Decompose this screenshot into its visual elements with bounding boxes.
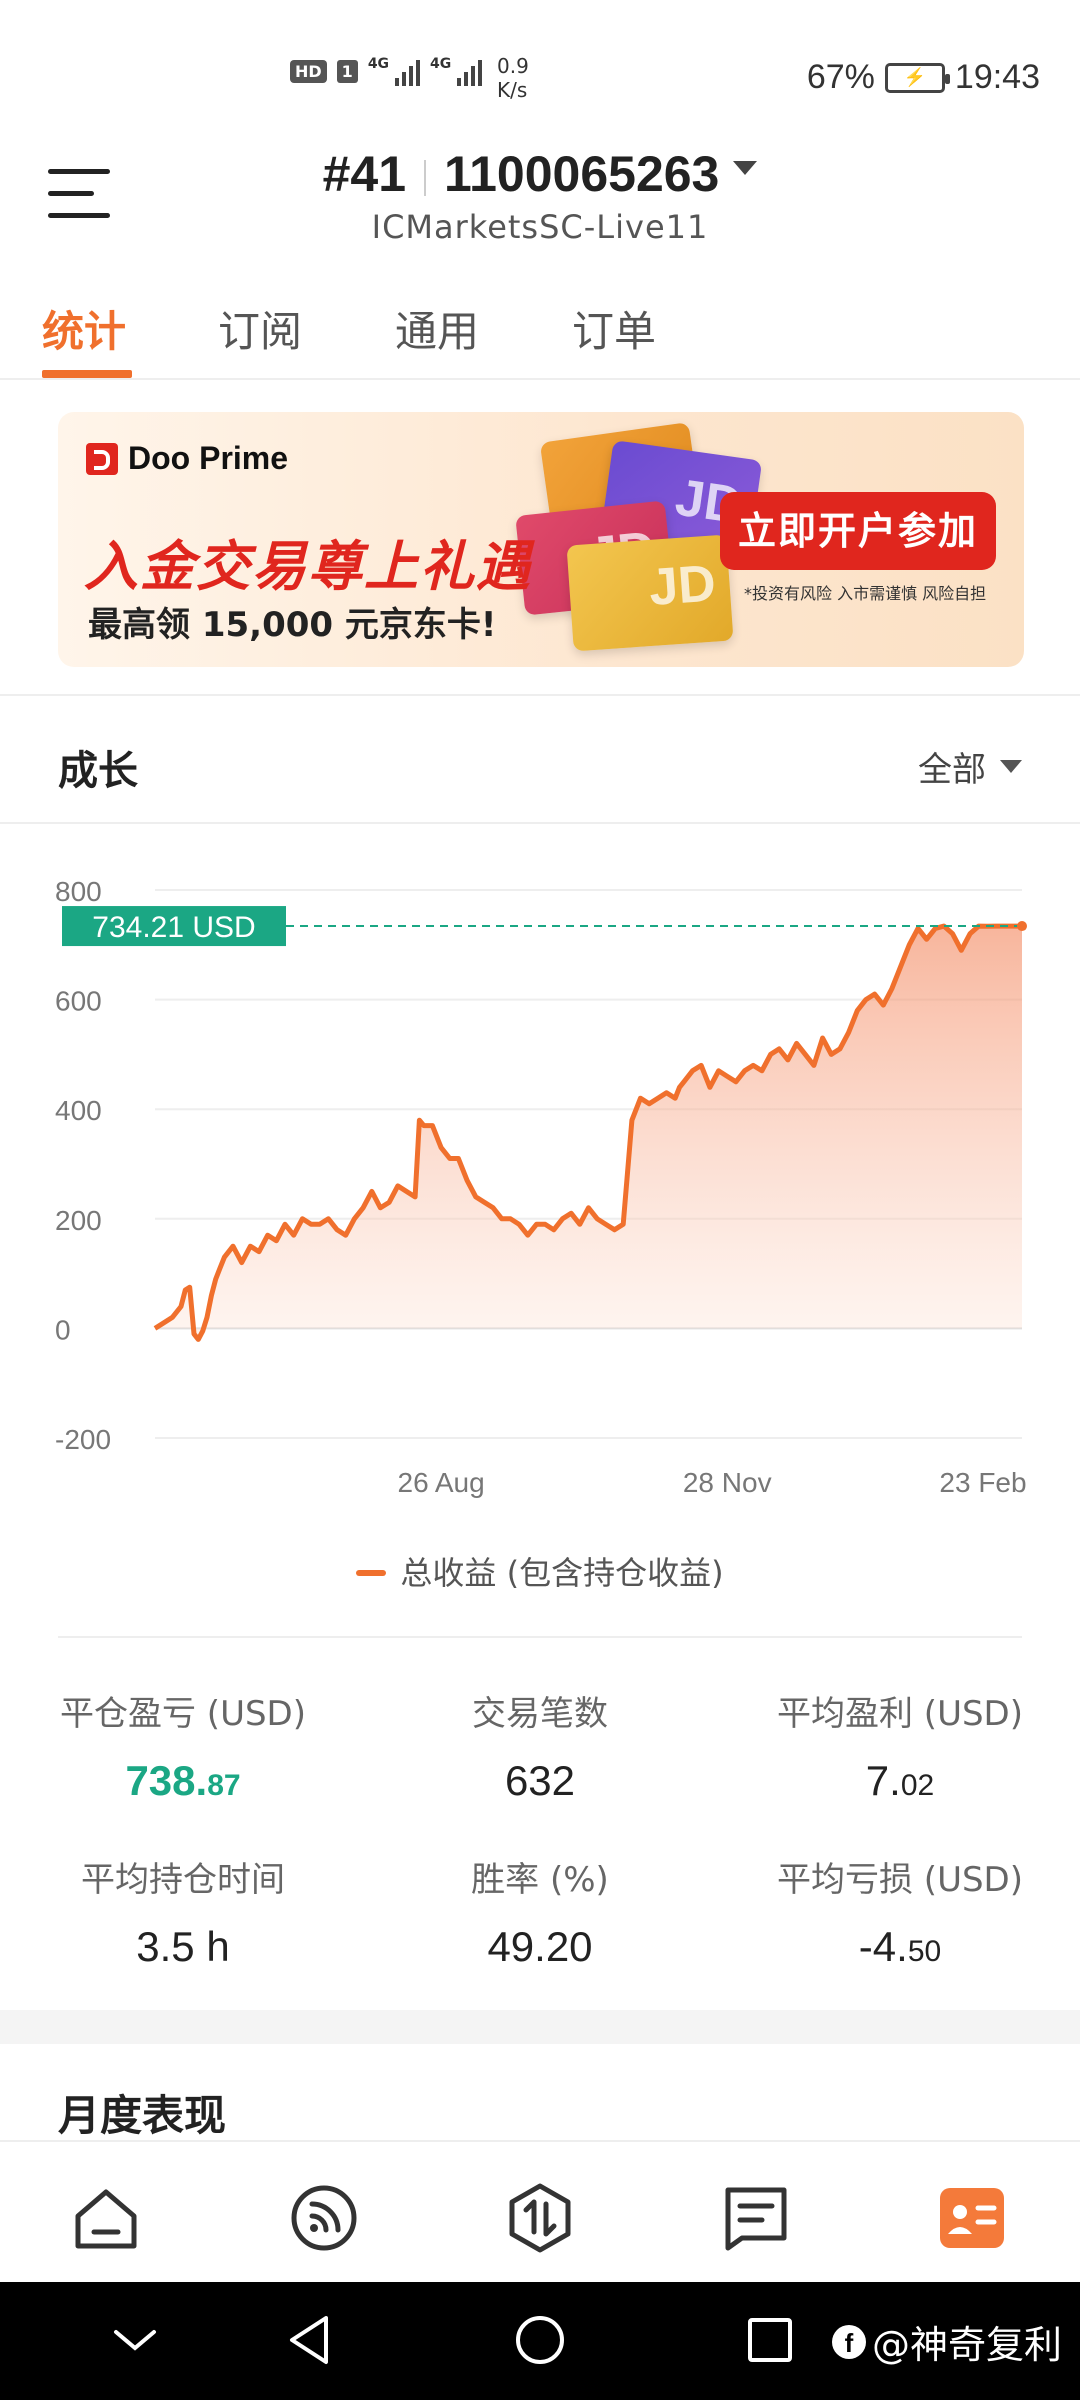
battery-charging-icon: ⚡ [884, 62, 950, 93]
section-divider [58, 1636, 1022, 1638]
network-type-label: 4G [367, 56, 390, 72]
monthly-performance-title: 月度表现 [58, 2091, 227, 2140]
y-tick-label: 0 [55, 1314, 71, 1345]
collapse-chevron-icon[interactable] [110, 2326, 160, 2356]
growth-section-title: 成长 [58, 748, 138, 794]
section-separator-band [0, 2010, 1080, 2044]
stat-avg-hold-time: 平均持仓时间 3.5 h [58, 1852, 308, 1971]
network-speed: 0.9 K/s [497, 54, 529, 102]
stat-label: 平均亏损 (USD) [777, 1860, 1023, 1900]
back-icon[interactable] [282, 2312, 338, 2368]
active-tab-indicator [42, 370, 132, 378]
bottom-navigation [0, 2140, 1080, 2282]
tab-general[interactable]: 通用 [395, 298, 479, 359]
signal-strength-icon [457, 56, 483, 86]
stat-avg-loss: 平均亏损 (USD) -4.50 [770, 1852, 1030, 1971]
section-divider [0, 822, 1080, 824]
x-tick-label: 28 Nov [683, 1467, 772, 1498]
home-circle-icon[interactable] [512, 2312, 568, 2368]
stat-closed-pnl: 平仓盈亏 (USD) 738.87 [58, 1686, 308, 1805]
subscriptions-icon[interactable] [288, 2182, 360, 2254]
current-value-dot [1017, 921, 1027, 932]
open-account-button[interactable]: 立即开户参加 [720, 492, 996, 570]
stat-value: 3.5 h [136, 1923, 230, 1970]
stat-label: 胜率 (%) [471, 1860, 609, 1900]
watermark-text: @神奇复利 [871, 2323, 1062, 2367]
account-rank: #41 [322, 146, 407, 202]
y-tick-label: 400 [55, 1095, 102, 1126]
growth-chart[interactable]: 800 600 400 200 0 -200 26 Aug 28 Nov 23 Feb 734.2… [0, 860, 1080, 1520]
status-right: 67% ⚡ 19:43 [807, 58, 1040, 97]
caret-down-icon [733, 160, 758, 175]
system-navigation-bar: f @神奇复利 [0, 2282, 1080, 2400]
legend-swatch [356, 1570, 387, 1576]
caret-down-icon [1000, 760, 1022, 773]
facebook-icon: f [831, 2324, 866, 2359]
hd-voice-icon: HD [290, 59, 327, 83]
gift-card-image: JD [566, 534, 734, 652]
stat-avg-profit: 平均盈利 (USD) 7.02 [770, 1686, 1030, 1805]
promo-banner[interactable]: Doo Prime JD JD JD JD 入金交易尊上礼遇 最高领 15,00… [58, 412, 1024, 667]
stat-label: 平均持仓时间 [81, 1860, 285, 1900]
banner-headline: 入金交易尊上礼遇 [84, 535, 532, 598]
home-icon[interactable] [70, 2182, 142, 2254]
stat-label: 平仓盈亏 (USD) [60, 1694, 306, 1734]
x-tick-label: 26 Aug [398, 1467, 485, 1498]
stat-value: 7.02 [865, 1757, 935, 1804]
risk-disclaimer: *投资有风险 入市需谨慎 风险自担 [744, 584, 987, 603]
brand-name: Doo Prime [128, 440, 289, 476]
app-root: HD 1 4G 4G 0.9 K/s 67% ⚡ 19:43 #41 110006… [0, 0, 1080, 2400]
stat-trade-count: 交易笔数 632 [415, 1686, 665, 1805]
stat-value: 49.20 [487, 1923, 593, 1970]
period-filter-label: 全部 [918, 750, 986, 790]
tab-bar: 统计 订阅 通用 订单 [0, 290, 1080, 380]
stat-value: 632 [504, 1757, 576, 1804]
network-type-label: 4G [430, 56, 452, 72]
y-tick-label: 200 [55, 1205, 102, 1236]
account-server: ICMarketsSC-Live11 [371, 208, 709, 246]
trade-icon[interactable] [504, 2182, 576, 2254]
brand-logo: Doo Prime [86, 440, 288, 477]
tab-subscription[interactable]: 订阅 [218, 298, 302, 359]
watermark: f @神奇复利 [831, 2314, 1062, 2369]
section-divider [0, 694, 1080, 696]
tab-statistics[interactable]: 统计 [42, 298, 126, 359]
clock: 19:43 [954, 58, 1040, 96]
x-tick-label: 23 Feb [939, 1467, 1026, 1498]
stat-label: 平均盈利 (USD) [777, 1694, 1023, 1734]
stat-win-rate: 胜率 (%) 49.20 [415, 1852, 665, 1971]
stat-value: -4.50 [858, 1923, 942, 1970]
tab-orders[interactable]: 订单 [572, 298, 656, 359]
y-tick-label: 800 [55, 876, 102, 907]
legend-label: 总收益 (包含持仓收益) [400, 1554, 724, 1592]
account-number: 1100065263 [444, 146, 720, 202]
stat-value: 738.87 [125, 1757, 241, 1804]
y-tick-label: -200 [55, 1424, 111, 1455]
account-selector[interactable]: #41 1100065263 [0, 145, 1080, 203]
recents-icon[interactable] [742, 2312, 798, 2368]
stat-label: 交易笔数 [472, 1694, 608, 1734]
battery-percent: 67% [806, 58, 875, 96]
network-indicators: HD 1 4G 4G [290, 56, 483, 86]
period-filter-dropdown[interactable]: 全部 [918, 742, 1022, 791]
current-value-label: 734.21 USD [92, 911, 255, 944]
profile-card-icon[interactable] [936, 2182, 1008, 2254]
signal-strength-icon [395, 56, 421, 86]
messages-icon[interactable] [720, 2182, 792, 2254]
title-separator [424, 159, 427, 196]
status-bar: HD 1 4G 4G 0.9 K/s 67% ⚡ 19:43 [0, 0, 1080, 140]
y-tick-label: 600 [55, 986, 102, 1017]
sim-icon: 1 [336, 59, 358, 83]
banner-subline: 最高领 15,000 元京东卡! [88, 605, 497, 645]
chart-legend: 总收益 (包含持仓收益) [0, 1548, 1080, 1594]
doo-prime-logo-icon [86, 442, 118, 475]
